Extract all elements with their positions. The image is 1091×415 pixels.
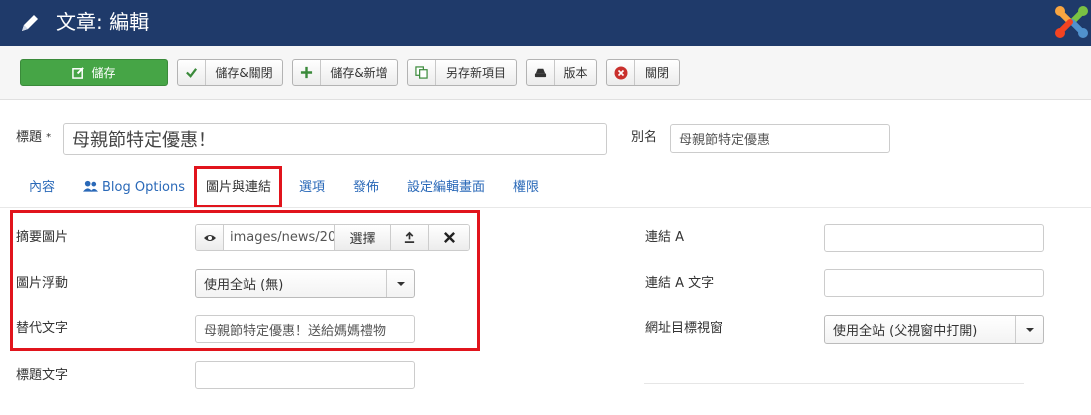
tab-permissions[interactable]: 權限 [513,180,539,196]
tab-blog-options[interactable]: Blog Options [83,180,185,196]
pencil-icon [22,15,38,31]
save-new-button[interactable]: 儲存&新增 [292,59,398,86]
alias-label: 別名 [631,130,658,145]
target-window-label: 網址目標視窗 [645,321,724,336]
versions-label: 版本 [563,66,588,80]
tab-highlight-box [194,166,282,208]
close-label: 關閉 [644,66,669,80]
select-image-button[interactable]: 選擇 [335,225,391,250]
tab-publishing[interactable]: 發佈 [353,180,379,196]
intro-image-label: 摘要圖片 [16,230,69,245]
tab-divider [0,207,1091,208]
tab-blog-options-label: Blog Options [102,180,186,195]
save-close-label: 儲存&關閉 [215,66,273,80]
clear-icon[interactable] [429,225,469,250]
target-window-select[interactable]: 使用全站 (父視窗中打開) [824,315,1044,344]
tab-options[interactable]: 選項 [299,180,325,196]
upload-icon[interactable] [391,225,429,250]
plus-icon [293,60,321,85]
link-a-text-input[interactable] [824,269,1044,297]
alt-text-input[interactable]: 母親節特定優惠！送給媽媽禮物 [195,315,415,343]
save-label: 儲存 [91,66,116,80]
target-window-value: 使用全站 (父視窗中打開) [833,324,978,339]
edit-icon [72,67,85,79]
required-mark: * [46,132,52,143]
section-divider [644,383,1024,384]
intro-image-path[interactable]: images/news/2022 [224,225,335,250]
page-header: 文章: 編輯 [0,0,1091,46]
title-label: 標題 * [16,130,52,145]
joomla-logo [1055,6,1088,38]
link-a-label: 連結 A [645,230,685,245]
link-a-input[interactable] [824,224,1044,252]
save-new-label: 儲存&新增 [330,66,388,80]
caption-label: 標題文字 [16,368,69,383]
save-close-button[interactable]: 儲存&關閉 [177,59,283,86]
preview-eye-icon[interactable] [196,225,224,250]
save-button[interactable]: 儲存 [20,59,168,86]
toolbar: 儲存 儲存&關閉 儲存&新增 另存新項目 版本 關閉 [0,46,1091,100]
page-title: 文章: 編輯 [56,10,150,34]
copy-icon [408,60,436,85]
tab-editor-config[interactable]: 設定編輯畫面 [407,180,485,196]
save-copy-label: 另存新項目 [445,66,506,80]
chevron-down-icon [386,270,414,297]
check-icon [178,60,206,85]
versions-button[interactable]: 版本 [526,59,597,86]
link-a-text-label: 連結 A 文字 [645,276,715,291]
save-copy-button[interactable]: 另存新項目 [407,59,517,86]
tab-content[interactable]: 內容 [29,180,55,196]
archive-icon [527,60,555,85]
caption-input[interactable] [195,361,415,389]
cancel-circle-icon [607,60,635,85]
alt-text-label: 替代文字 [16,321,69,336]
chevron-down-icon [1015,316,1043,343]
title-input[interactable]: 母親節特定優惠！ [63,123,607,155]
alias-input[interactable]: 母親節特定優惠 [670,124,890,153]
users-icon [83,180,98,192]
float-select[interactable]: 使用全站 (無) [195,269,415,298]
float-label: 圖片浮動 [16,276,69,291]
intro-image-field: images/news/2022 選擇 [195,224,470,251]
float-select-value: 使用全站 (無) [204,278,284,293]
close-button[interactable]: 關閉 [606,59,680,86]
